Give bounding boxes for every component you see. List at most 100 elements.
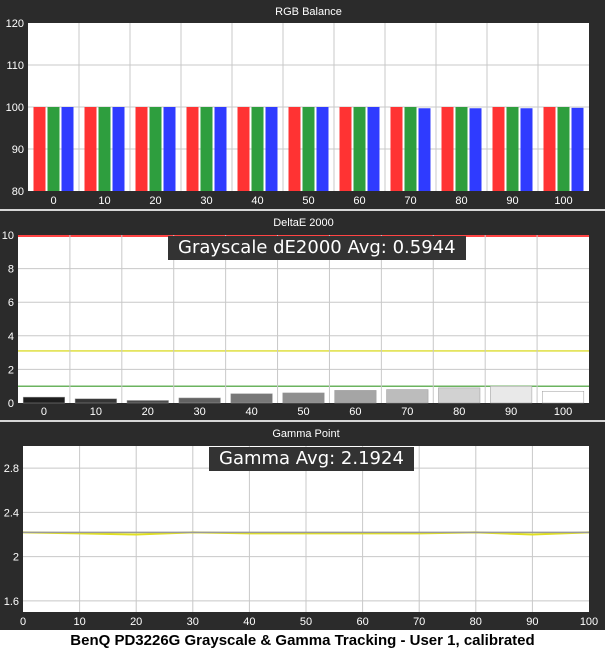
bar-red xyxy=(237,107,250,191)
y-tick-label: 2.8 xyxy=(4,463,19,475)
gamma-avg-overlay: Gamma Avg: 2.1924 xyxy=(209,447,414,471)
x-tick-label: 60 xyxy=(356,616,368,628)
grayscale-bar xyxy=(386,389,429,404)
x-tick-label: 10 xyxy=(73,616,85,628)
y-tick-label: 1.6 xyxy=(4,596,19,608)
grayscale-bar xyxy=(126,400,169,404)
panel-separator xyxy=(0,209,605,211)
bar-red xyxy=(33,107,46,191)
bar-green xyxy=(404,107,417,191)
x-tick-label: 100 xyxy=(554,406,572,418)
chart-stage: RGB Balance 80 90 100 110 120 0 10 20 30 40 50 60 70 8… xyxy=(0,0,605,630)
bar-green xyxy=(302,107,315,191)
grayscale-bar xyxy=(282,392,325,404)
bar-green xyxy=(506,107,519,191)
grayscale-bar xyxy=(334,390,377,404)
bar-red xyxy=(441,107,454,191)
bar-green xyxy=(47,107,60,191)
x-tick-label: 100 xyxy=(554,195,572,207)
grayscale-bar xyxy=(230,393,273,404)
x-tick-label: 10 xyxy=(98,195,110,207)
bar-blue xyxy=(571,107,584,191)
grayscale-avg-overlay: Grayscale dE2000 Avg: 0.5944 xyxy=(168,236,466,260)
bar-blue xyxy=(214,107,227,191)
bar-blue xyxy=(418,108,431,191)
y-tick-label: 2.4 xyxy=(4,507,19,519)
plot-area xyxy=(18,235,589,403)
bar-blue xyxy=(112,107,125,191)
bar-green xyxy=(455,107,468,191)
x-tick-label: 30 xyxy=(200,195,212,207)
x-tick-label: 70 xyxy=(401,406,413,418)
figure-caption: BenQ PD3226G Grayscale & Gamma Tracking … xyxy=(70,632,535,649)
bar-blue xyxy=(163,107,176,191)
panel-separator xyxy=(0,420,605,422)
x-tick-label: 30 xyxy=(187,616,199,628)
y-tick-label: 90 xyxy=(12,144,24,156)
x-tick-label: 90 xyxy=(506,195,518,207)
bar-green xyxy=(353,107,366,191)
x-tick-label: 50 xyxy=(297,406,309,418)
bar-red xyxy=(135,107,148,191)
x-tick-label: 10 xyxy=(90,406,102,418)
chart-title: DeltaE 2000 xyxy=(273,217,334,229)
x-tick-label: 40 xyxy=(243,616,255,628)
y-tick-label: 2 xyxy=(13,552,19,564)
bar-green xyxy=(149,107,162,191)
y-tick-label: 8 xyxy=(8,264,14,276)
x-tick-label: 0 xyxy=(41,406,47,418)
y-tick-label: 110 xyxy=(6,60,24,72)
grayscale-bar xyxy=(542,390,585,404)
grayscale-bar xyxy=(178,397,221,404)
x-tick-label: 70 xyxy=(404,195,416,207)
y-tick-label: 2 xyxy=(8,364,14,376)
bar-blue xyxy=(61,107,74,191)
y-tick-label: 80 xyxy=(12,186,24,198)
bar-red xyxy=(186,107,199,191)
bar-blue xyxy=(520,108,533,191)
x-tick-label: 20 xyxy=(149,195,161,207)
y-tick-label: 100 xyxy=(6,102,24,114)
x-tick-label: 80 xyxy=(470,616,482,628)
x-tick-label: 40 xyxy=(245,406,257,418)
bar-green xyxy=(251,107,264,191)
bar-red xyxy=(492,107,505,191)
grayscale-bar xyxy=(438,387,481,404)
y-tick-label: 4 xyxy=(8,331,14,343)
x-tick-label: 50 xyxy=(302,195,314,207)
bar-blue xyxy=(316,107,329,191)
bar-red xyxy=(84,107,97,191)
x-tick-label: 0 xyxy=(50,195,56,207)
grayscale-bar xyxy=(74,398,117,404)
y-tick-label: 10 xyxy=(2,230,14,242)
bar-red xyxy=(339,107,352,191)
bar-green xyxy=(200,107,213,191)
x-tick-label: 90 xyxy=(505,406,517,418)
bar-red xyxy=(390,107,403,191)
chart-title: Gamma Point xyxy=(272,428,339,440)
bar-green xyxy=(98,107,111,191)
charts-svg: RGB Balance80901001101200 10 20 30 40 50 60 70 8… xyxy=(2,6,598,628)
bar-blue xyxy=(265,107,278,191)
x-tick-label: 50 xyxy=(300,616,312,628)
bar-blue xyxy=(367,107,380,191)
x-tick-label: 20 xyxy=(142,406,154,418)
y-tick-label: 120 xyxy=(6,18,24,30)
x-tick-label: 80 xyxy=(453,406,465,418)
bar-red xyxy=(288,107,301,191)
grayscale-bar xyxy=(490,385,533,404)
y-tick-label: 0 xyxy=(8,398,14,410)
chart-title: RGB Balance xyxy=(275,6,342,18)
x-tick-label: 0 xyxy=(20,616,26,628)
x-tick-label: 60 xyxy=(353,195,365,207)
x-tick-label: 90 xyxy=(526,616,538,628)
y-tick-label: 6 xyxy=(8,297,14,309)
bar-blue xyxy=(469,108,482,191)
grayscale-bar xyxy=(22,396,65,404)
bar-green xyxy=(557,107,570,191)
x-tick-label: 60 xyxy=(349,406,361,418)
x-tick-label: 80 xyxy=(455,195,467,207)
x-tick-label: 70 xyxy=(413,616,425,628)
x-tick-label: 30 xyxy=(194,406,206,418)
x-tick-label: 20 xyxy=(130,616,142,628)
